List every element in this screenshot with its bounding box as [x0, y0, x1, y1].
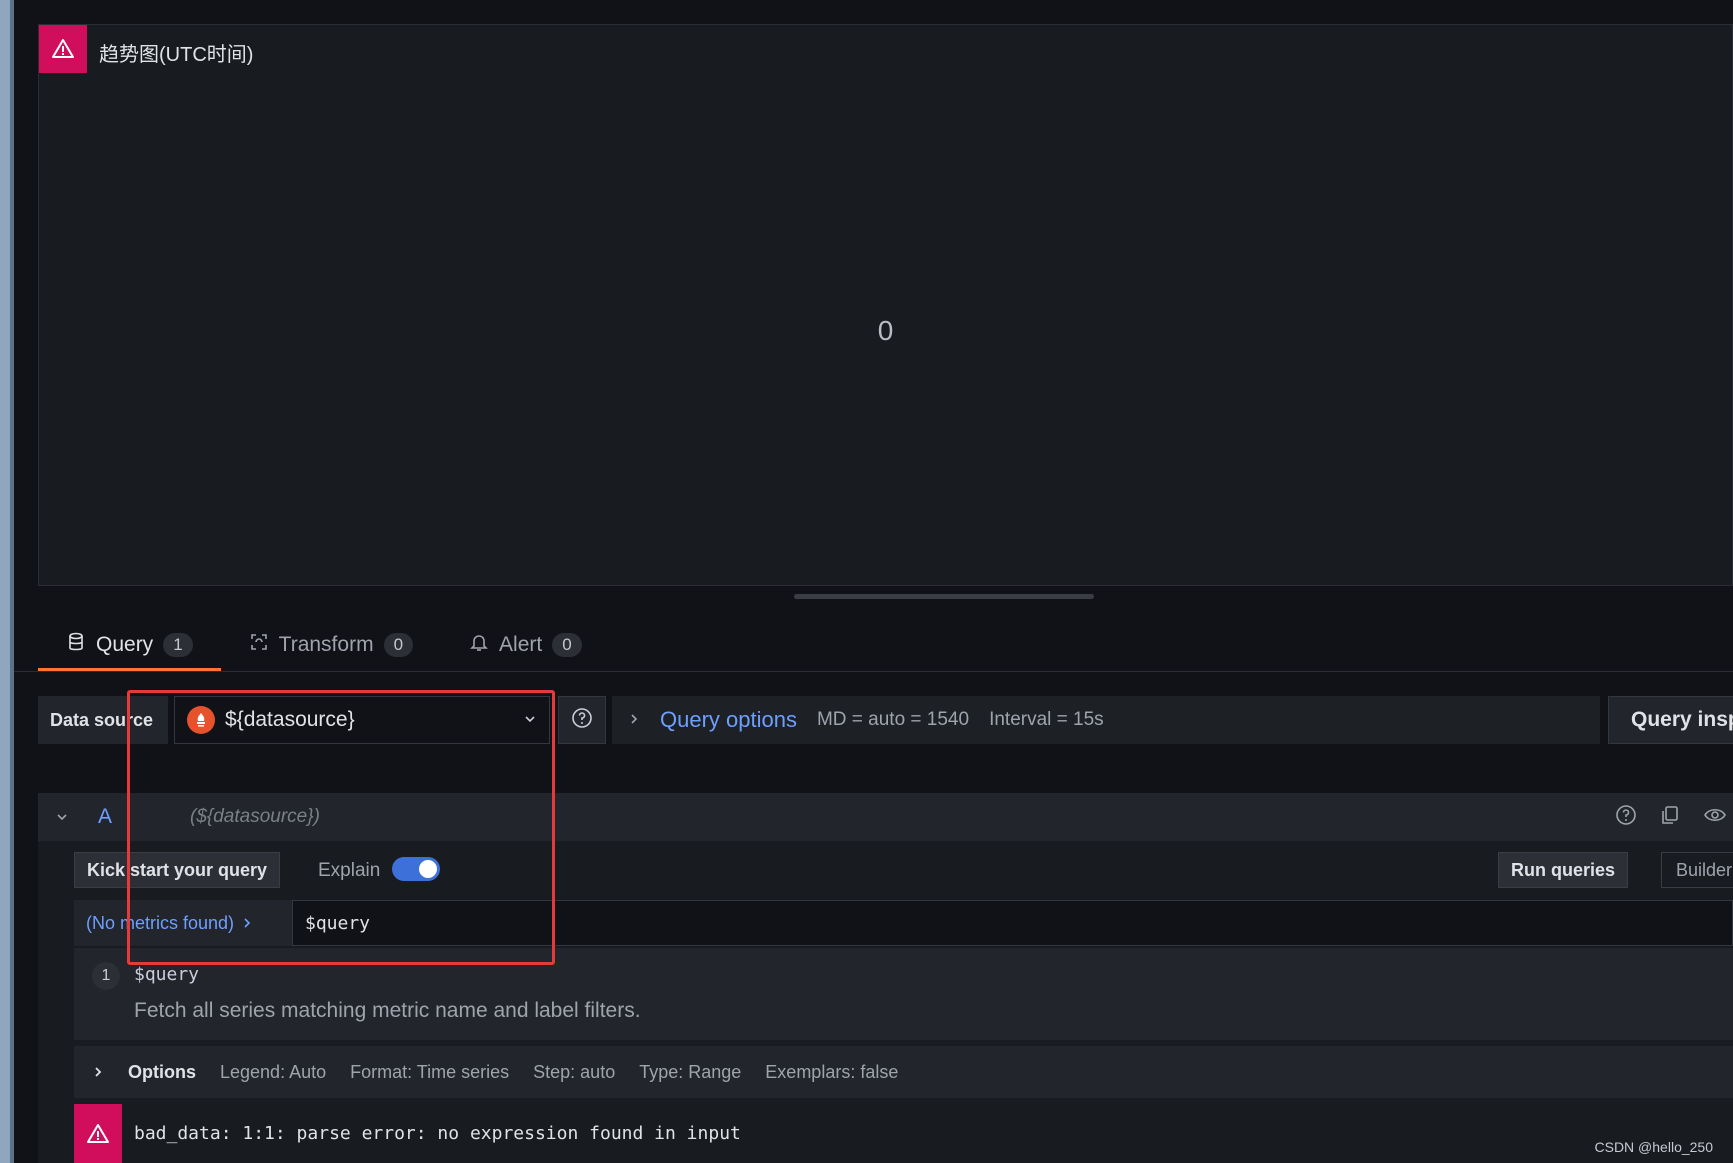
- tab-transform-count: 0: [383, 633, 414, 657]
- explain-step-number: 1: [92, 962, 120, 990]
- options-title: Options: [128, 1061, 196, 1082]
- query-row-actions: [1615, 793, 1733, 841]
- error-message: bad_data: 1:1: parse error: no expressio…: [134, 1123, 741, 1144]
- panel-stat-value: 0: [877, 315, 894, 346]
- panel-warning-icon[interactable]: [39, 25, 87, 73]
- panel-title: 趋势图(UTC时间): [99, 44, 254, 66]
- bell-icon: [469, 632, 489, 658]
- option-step: Step: auto: [533, 1061, 616, 1082]
- explain-step-code: $query: [134, 964, 200, 985]
- duplicate-icon[interactable]: [1659, 804, 1681, 831]
- datasource-picker[interactable]: ${datasource}: [174, 696, 550, 744]
- option-type: Type: Range: [639, 1061, 742, 1082]
- kick-start-button[interactable]: Kick start your query: [74, 852, 281, 888]
- explain-label: Explain: [318, 860, 381, 881]
- run-queries-button[interactable]: Run queries: [1498, 852, 1629, 888]
- query-expression-input[interactable]: $query: [292, 900, 1733, 946]
- panel-preview: 趋势图(UTC时间) 0: [38, 24, 1733, 586]
- chevron-right-icon: [242, 913, 252, 934]
- tabs-divider: [14, 671, 1733, 672]
- chevron-right-icon: [628, 709, 640, 731]
- tab-transform[interactable]: Transform 0: [221, 622, 441, 668]
- top-bar: [14, 0, 1733, 24]
- window-edge: [0, 0, 14, 1163]
- tab-query-count: 1: [163, 633, 193, 657]
- prometheus-icon: [187, 706, 215, 734]
- panel-resize-handle[interactable]: [794, 594, 1094, 599]
- explain-panel: [74, 948, 1733, 1040]
- tab-alert[interactable]: Alert 0: [441, 622, 610, 668]
- warning-icon: [74, 1104, 122, 1163]
- builder-mode-button[interactable]: Builder: [1661, 852, 1733, 888]
- interval-info: Interval = 15s: [989, 709, 1104, 730]
- collapse-chevron-icon[interactable]: [38, 810, 86, 824]
- tab-transform-label: Transform: [278, 633, 374, 656]
- eye-icon[interactable]: [1703, 804, 1727, 831]
- chevron-right-icon: [92, 1062, 104, 1083]
- query-options-row[interactable]: Options Legend: Auto Format: Time series…: [74, 1046, 1733, 1098]
- tab-query[interactable]: Query 1: [38, 622, 221, 672]
- chevron-down-icon: [523, 708, 537, 732]
- query-error: bad_data: 1:1: parse error: no expressio…: [74, 1104, 1733, 1163]
- query-row-header: A (${datasource}): [38, 793, 1733, 841]
- query-options-bar[interactable]: Query options MD = auto = 1540 Interval …: [612, 696, 1600, 744]
- query-inspector-button[interactable]: Query insp: [1608, 696, 1733, 744]
- option-format: Format: Time series: [350, 1061, 510, 1082]
- editor-tabs: Query 1 Transform 0 Alert 0: [38, 622, 610, 672]
- query-datasource-name: (${datasource}): [190, 806, 320, 827]
- metrics-browser-label: (No metrics found): [86, 912, 235, 933]
- tab-alert-label: Alert: [499, 633, 543, 656]
- metrics-browser-button[interactable]: (No metrics found): [74, 900, 292, 946]
- watermark: CSDN @hello_250: [1594, 1139, 1714, 1155]
- option-exemplars: Exemplars: false: [765, 1061, 899, 1082]
- option-legend: Legend: Auto: [220, 1061, 327, 1082]
- datasource-label: Data source: [38, 696, 168, 744]
- explain-toggle[interactable]: [392, 857, 440, 881]
- query-ref-id[interactable]: A: [86, 805, 158, 829]
- max-data-points: MD = auto = 1540: [816, 709, 970, 730]
- tab-query-label: Query: [96, 633, 154, 656]
- help-icon[interactable]: [1615, 804, 1637, 831]
- explain-step-description: Fetch all series matching metric name an…: [134, 999, 641, 1022]
- datasource-help-button[interactable]: [558, 696, 606, 744]
- datasource-value: ${datasource}: [225, 708, 355, 731]
- question-circle-icon: [571, 707, 593, 734]
- tab-alert-count: 0: [552, 633, 582, 657]
- query-options-link[interactable]: Query options: [660, 707, 797, 733]
- database-icon: [66, 632, 86, 658]
- transform-icon: [249, 632, 269, 658]
